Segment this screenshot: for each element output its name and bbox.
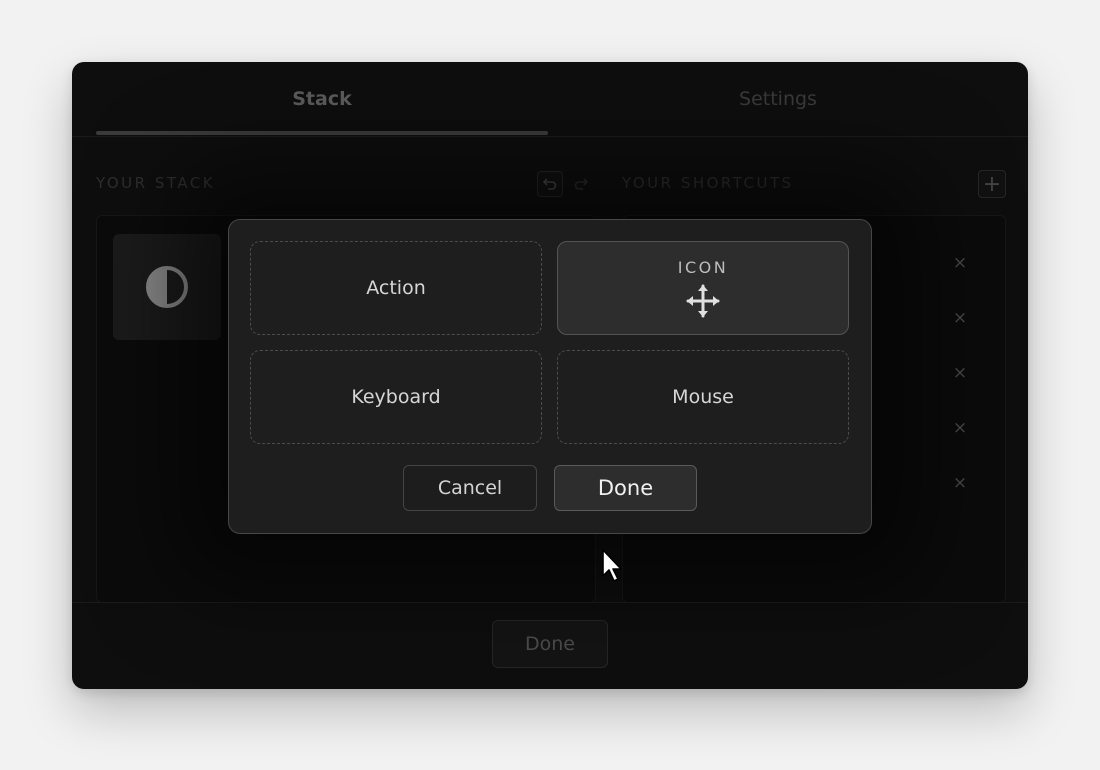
add-shortcut-button[interactable]: + [978,170,1006,198]
active-tab-indicator [96,131,548,135]
tab-bar: Stack Settings [72,62,1028,137]
remove-shortcut-button[interactable]: × [950,363,970,383]
undo-button[interactable] [537,171,563,197]
mouse-pointer-icon [602,549,622,582]
redo-button[interactable] [568,171,594,197]
move-icon [686,284,720,317]
stack-item-tile[interactable] [113,234,221,340]
remove-shortcut-button[interactable]: × [950,308,970,328]
contrast-icon [146,266,188,308]
remove-shortcut-button[interactable]: × [950,473,970,493]
shortcut-editor-dialog: Action ICON Keyboard Mouse Cancel Done [228,219,872,534]
keyboard-slot[interactable]: Keyboard [250,350,542,444]
your-stack-heading: YOUR STACK [96,174,216,192]
icon-slot[interactable]: ICON [557,241,849,335]
your-shortcuts-heading: YOUR SHORTCUTS [622,174,794,192]
icon-slot-label: ICON [677,257,729,277]
tab-settings[interactable]: Settings [552,62,1004,136]
cancel-button[interactable]: Cancel [403,465,537,511]
action-slot[interactable]: Action [250,241,542,335]
redo-icon [574,178,589,190]
done-button[interactable]: Done [554,465,697,511]
mouse-slot[interactable]: Mouse [557,350,849,444]
remove-shortcut-button[interactable]: × [950,418,970,438]
undo-icon [542,178,557,190]
tab-stack[interactable]: Stack [96,62,548,136]
remove-shortcut-button[interactable]: × [950,253,970,273]
footer-done-button[interactable]: Done [492,620,608,668]
